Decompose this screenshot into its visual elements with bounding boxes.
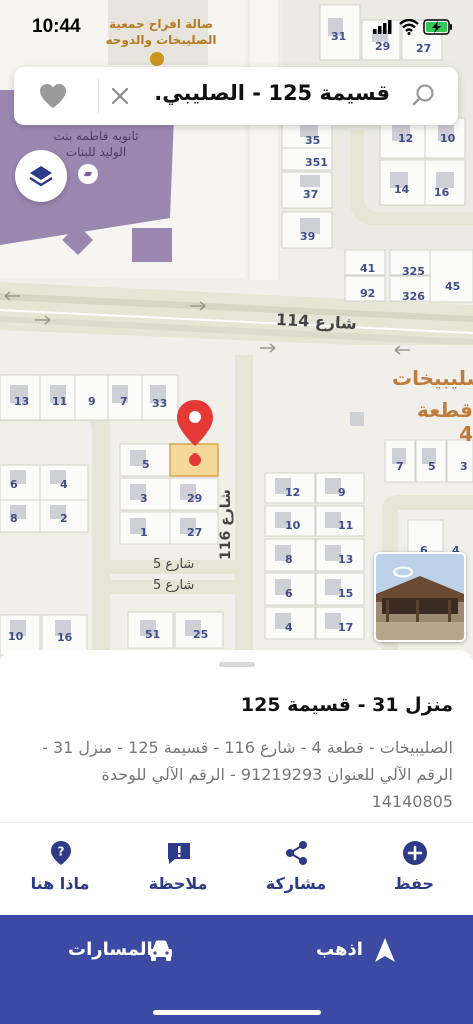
plot-number-label: 3 <box>460 460 468 473</box>
place-info-sheet: منزل 31 - قسيمة 125 الصليبيخات - قطعة 4 … <box>0 650 473 915</box>
plot-number-label: 11 <box>338 519 354 532</box>
plot-number-label: 37 <box>303 188 319 201</box>
pin-dot <box>189 454 201 466</box>
close-icon[interactable] <box>106 82 134 110</box>
plot-number-label: 10 <box>440 132 456 145</box>
cellular-signal-icon <box>373 20 392 34</box>
plot-number-label: 12 <box>398 132 414 145</box>
battery-charging-icon <box>423 19 452 35</box>
plot-number-label: 5 <box>142 458 150 471</box>
layers-button[interactable] <box>15 150 67 202</box>
plot-number-label: 41 <box>360 262 376 275</box>
street-5-label-a: شارع 5 <box>153 557 195 572</box>
svg-text:?: ? <box>58 845 65 859</box>
plot-number-label: 11 <box>52 395 68 408</box>
search-divider <box>98 79 99 113</box>
plot-number-label: 10 <box>285 519 301 532</box>
routes-button[interactable]: المسارات <box>66 937 186 967</box>
plot-number-label: 45 <box>445 280 461 293</box>
plot-number-label: 6 <box>10 478 18 491</box>
save-label: حفظ <box>393 874 435 893</box>
whats-here-button[interactable]: ? ماذا هنا <box>10 838 110 898</box>
sheet-divider <box>0 822 473 823</box>
navigation-arrow-icon <box>375 938 395 962</box>
plot-number-label: 15 <box>338 587 354 600</box>
place-title: منزل 31 - قسيمة 125 <box>240 694 453 716</box>
plot-number-label: 9 <box>338 486 346 499</box>
plot-number-label: 4 <box>60 478 68 491</box>
plot-number-label: 16 <box>434 186 450 199</box>
plot-number-label: 13 <box>338 553 354 566</box>
plot-number-label: 9 <box>88 395 96 408</box>
plot-number-label: 10 <box>8 630 24 643</box>
save-button[interactable]: حفظ <box>364 838 464 898</box>
note-label: ملاحظة <box>148 874 208 893</box>
whats-here-label: ماذا هنا <box>30 874 90 893</box>
home-indicator <box>153 1010 321 1015</box>
plot-number-label: 3 <box>140 492 148 505</box>
plot-number-label: 12 <box>285 486 301 499</box>
plot-number-label: 33 <box>152 397 168 410</box>
plot-number-label: 39 <box>300 230 316 243</box>
plot-number-label: 14 <box>394 183 410 196</box>
share-label: مشاركة <box>265 874 327 893</box>
plot-number-label: 326 <box>402 290 425 303</box>
status-time: 10:44 <box>32 16 81 37</box>
layers-icon <box>29 166 53 187</box>
plot-number-label: 1 <box>140 526 148 539</box>
go-label: اذهب <box>316 939 363 960</box>
search-query[interactable]: قسيمة 125 - الصليبي... <box>154 81 390 111</box>
plot-number-label: 7 <box>120 395 128 408</box>
plot-number-label: 5 <box>428 460 436 473</box>
location-pin-icon[interactable] <box>175 398 215 454</box>
area-name-label: الصليبيخات <box>392 366 473 390</box>
routes-label: المسارات <box>68 939 153 960</box>
plot-number-label: 4 <box>285 621 293 634</box>
note-button[interactable]: ملاحظة <box>128 838 228 898</box>
share-button[interactable]: مشاركة <box>246 838 346 898</box>
share-icon <box>286 841 307 865</box>
plot-number-label: 25 <box>193 628 209 641</box>
navigation-bar: اذهب المسارات <box>0 915 473 1024</box>
plot-number-label: 351 <box>305 156 328 169</box>
wifi-icon <box>399 19 419 35</box>
plot-number-label: 16 <box>57 631 73 644</box>
plot-number-label: 27 <box>187 526 203 539</box>
plot-number-label: 13 <box>14 395 30 408</box>
go-button[interactable]: اذهب <box>316 937 406 967</box>
place-description: الصليبيخات - قطعة 4 - شارع 116 - قسيمة 1… <box>42 738 453 811</box>
plot-number-label: 51 <box>145 628 161 641</box>
search-bar[interactable]: قسيمة 125 - الصليبي... <box>14 67 458 125</box>
street-5-label-b: شارع 5 <box>153 578 195 593</box>
feedback-icon <box>168 843 190 864</box>
plot-number-label: 92 <box>360 287 376 300</box>
plot-number-label: 8 <box>285 553 293 566</box>
status-bar: 10:44 <box>0 0 473 58</box>
plot-number-label: 17 <box>338 621 354 634</box>
plot-number-label: 7 <box>396 460 404 473</box>
plot-number-label: 325 <box>402 265 425 278</box>
street-116-label: شارع 116 <box>218 489 234 560</box>
sheet-grabber[interactable] <box>219 662 255 667</box>
plot-number-label: 8 <box>10 512 18 525</box>
location-help-icon: ? <box>51 841 71 865</box>
plot-number-label: 29 <box>187 492 203 505</box>
school-book-icon: ▰ <box>78 164 98 184</box>
rotate-360-icon <box>393 566 413 578</box>
add-circle-icon <box>403 841 427 865</box>
plot-number-label: 6 <box>285 587 293 600</box>
heart-icon[interactable] <box>38 82 68 110</box>
search-icon[interactable] <box>410 82 438 110</box>
plot-number-label: 35 <box>305 134 321 147</box>
street-view-thumbnail[interactable] <box>374 552 466 642</box>
block-name-label: قطعة 4 <box>417 398 473 446</box>
plot-number-label: 2 <box>60 512 68 525</box>
